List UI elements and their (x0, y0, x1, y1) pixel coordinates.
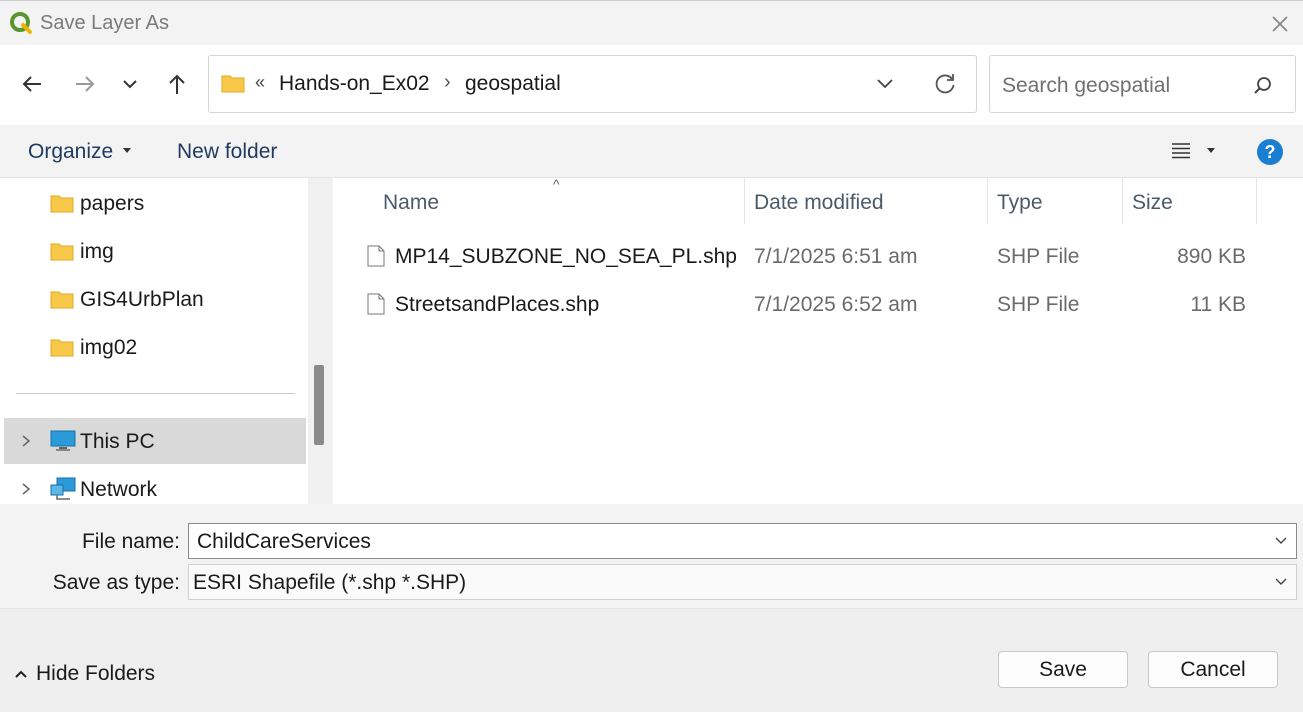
qgis-logo-icon (10, 12, 32, 34)
file-list: ^ Name Date modified Type Size MP14_SUBZ… (333, 176, 1303, 504)
recent-locations-chevron-icon[interactable] (114, 68, 146, 100)
sidebar-item-label: papers (80, 192, 145, 215)
hide-folders-button[interactable]: Hide Folders (14, 662, 155, 686)
list-view-icon[interactable] (1170, 140, 1192, 162)
column-header-size[interactable]: Size (1123, 178, 1256, 224)
save-button[interactable]: Save (998, 651, 1128, 688)
up-arrow-icon[interactable] (161, 68, 193, 100)
title-bar: Save Layer As (0, 0, 1303, 45)
file-type: SHP File (997, 293, 1080, 316)
breadcrumb-overflow[interactable]: « (255, 72, 265, 93)
file-type: SHP File (997, 245, 1080, 268)
save-type-value: ESRI Shapefile (*.shp *.SHP) (193, 571, 467, 594)
file-size: 11 KB (1190, 293, 1246, 316)
sidebar-item-label: img02 (80, 336, 138, 359)
file-name: MP14_SUBZONE_NO_SEA_PL.shp (395, 245, 737, 268)
hide-folders-label: Hide Folders (36, 662, 156, 685)
column-separator[interactable] (1256, 178, 1257, 224)
chevron-down-icon[interactable] (873, 72, 897, 96)
file-name: StreetsandPlaces.shp (395, 293, 600, 316)
folder-icon (221, 75, 245, 93)
chevron-right-icon[interactable] (20, 482, 32, 496)
chevron-down-icon[interactable] (1274, 536, 1288, 546)
computer-icon (50, 430, 76, 451)
breadcrumb-separator[interactable]: › (444, 71, 451, 94)
caret-down-icon[interactable] (1206, 147, 1216, 155)
save-type-select[interactable]: ESRI Shapefile (*.shp *.SHP) (188, 564, 1297, 600)
refresh-icon[interactable] (931, 70, 959, 98)
column-header-name[interactable]: ^ Name (333, 176, 744, 224)
save-type-label: Save as type: (52, 571, 180, 594)
file-name-input[interactable]: ChildCareServices (197, 530, 371, 554)
file-name-field[interactable]: ChildCareServices (188, 523, 1297, 559)
save-options: File name: ChildCareServices Save as typ… (0, 504, 1303, 608)
scrollbar-thumb[interactable] (314, 365, 324, 445)
chevron-up-icon (15, 671, 27, 679)
close-icon[interactable] (1266, 10, 1294, 38)
sidebar-item-gis4urbplan[interactable]: GIS4UrbPlan (50, 276, 300, 322)
network-icon (50, 477, 76, 500)
back-arrow-icon[interactable] (16, 68, 48, 100)
navigation-bar: « Hands-on_Ex02 › geospatial Search geos… (0, 45, 1303, 125)
caret-down-icon[interactable] (122, 147, 132, 155)
file-date: 7/1/2025 6:51 am (754, 245, 918, 268)
sidebar-item-img[interactable]: img (50, 228, 300, 274)
sidebar-item-label: img (80, 240, 114, 263)
folder-icon (50, 195, 74, 213)
search-input[interactable]: Search geospatial (1002, 74, 1170, 98)
search-icon[interactable] (1252, 75, 1274, 97)
help-icon[interactable]: ? (1257, 139, 1283, 165)
sidebar-item-papers[interactable]: papers (50, 180, 300, 226)
search-box[interactable]: Search geospatial (989, 55, 1296, 113)
sort-ascending-icon: ^ (553, 176, 560, 192)
folder-icon (50, 291, 74, 309)
chevron-right-icon[interactable] (20, 434, 32, 448)
sidebar-item-this-pc[interactable]: This PC (4, 418, 306, 464)
window-title: Save Layer As (40, 12, 169, 34)
table-row[interactable]: StreetsandPlaces.shp 7/1/2025 6:52 am SH… (333, 281, 1303, 327)
forward-arrow-icon[interactable] (69, 68, 101, 100)
column-header-type[interactable]: Type (988, 178, 1122, 224)
file-name-label: File name: (81, 530, 180, 553)
folder-icon (50, 339, 74, 357)
chevron-down-icon[interactable] (1274, 577, 1288, 587)
file-icon (367, 245, 385, 267)
sidebar-item-label: This PC (80, 430, 155, 453)
address-bar[interactable]: « Hands-on_Ex02 › geospatial (208, 55, 977, 113)
sidebar-item-label: Network (80, 478, 158, 501)
command-bar: Organize New folder ? (0, 125, 1303, 178)
cancel-button[interactable]: Cancel (1148, 651, 1278, 688)
dialog-footer: Hide Folders Save Cancel (0, 608, 1303, 712)
folder-icon (50, 243, 74, 261)
file-date: 7/1/2025 6:52 am (754, 293, 918, 316)
navigation-pane: papers img GIS4UrbPlan img02 This PC Net… (0, 178, 308, 504)
organize-button[interactable]: Organize (28, 140, 113, 164)
new-folder-button[interactable]: New folder (177, 140, 277, 164)
sidebar-item-img02[interactable]: img02 (50, 324, 300, 370)
breadcrumb-item[interactable]: Hands-on_Ex02 (279, 72, 430, 96)
sidebar-scrollbar[interactable] (308, 178, 332, 504)
sidebar-item-label: GIS4UrbPlan (80, 288, 204, 311)
file-icon (367, 293, 385, 315)
breadcrumb-item[interactable]: geospatial (465, 72, 561, 96)
table-row[interactable]: MP14_SUBZONE_NO_SEA_PL.shp 7/1/2025 6:51… (333, 233, 1303, 279)
divider (16, 393, 295, 394)
column-header-date-modified[interactable]: Date modified (745, 178, 987, 224)
file-size: 890 KB (1177, 245, 1246, 268)
